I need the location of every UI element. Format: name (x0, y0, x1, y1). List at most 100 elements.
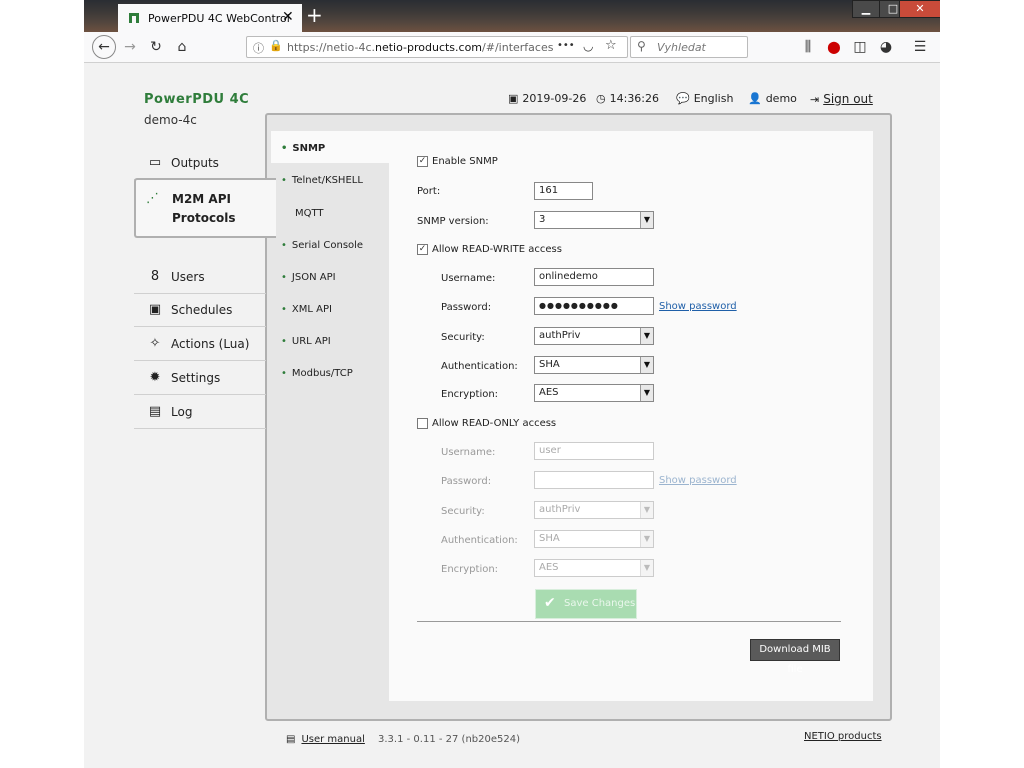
dropdown-arrow-icon: ▼ (640, 385, 653, 401)
window-close-icon[interactable]: ✕ (899, 0, 940, 18)
subnav-item-snmp[interactable]: • SNMP (281, 143, 325, 154)
url-domain: netio-products.com (374, 41, 483, 54)
search-placeholder: Vyhledat (657, 41, 706, 54)
time-text: 14:36:26 (609, 92, 660, 105)
sidebar-item-outputs[interactable]: ▭ Outputs (134, 147, 266, 180)
snmp-version-select[interactable]: 3 ▼ (534, 211, 654, 229)
port-input[interactable]: 161 (534, 182, 593, 200)
library-icon[interactable]: ⫼ (800, 39, 816, 55)
rw-access-checkbox[interactable]: ✓ (417, 244, 428, 255)
rw-auth-select[interactable]: SHA ▼ (534, 356, 654, 374)
url-prefix: https://netio-4c. (287, 41, 375, 54)
ro-username-label: Username: (441, 447, 496, 458)
subnav-item-json-api[interactable]: • JSON API (281, 272, 336, 283)
forward-arrow-icon[interactable]: → (122, 39, 138, 55)
rw-security-select[interactable]: authPriv ▼ (534, 327, 654, 345)
enable-snmp-label: Enable SNMP (432, 156, 498, 167)
dropdown-arrow-icon: ▼ (640, 357, 653, 373)
snmp-settings-form: ✓ Enable SNMP Port: 161 SNMP version: 3 … (389, 131, 873, 701)
sidebar-item-label: Schedules (171, 303, 233, 317)
rw-show-password-link[interactable]: Show password (659, 301, 737, 312)
ro-encryption-value: AES (539, 562, 559, 573)
dropdown-arrow-icon: ▼ (640, 212, 653, 228)
tab-strip: PowerPDU 4C WebControl ✕ + ▁ □ ✕ (84, 0, 940, 32)
sidebar-item-users[interactable]: 8 Users (134, 261, 266, 294)
language-text: English (693, 92, 734, 105)
subnav-item-url-api[interactable]: • URL API (281, 336, 331, 347)
sidebar-item-m2m-api-protocols[interactable]: ⋰ M2M API Protocols (134, 178, 276, 238)
brand-logo: PowerPDU 4C (144, 92, 250, 107)
save-changes-label: Save Changes (564, 598, 636, 609)
sidebar-item-label: Log (171, 405, 193, 419)
subnav-item-telnet[interactable]: • Telnet/KSHELL (281, 175, 363, 186)
info-icon[interactable]: ⓘ (253, 40, 264, 56)
search-bar[interactable]: ⚲ Vyhledat (630, 36, 748, 58)
bullet-icon: • (281, 240, 287, 251)
page-actions-icon[interactable]: ••• (557, 40, 575, 51)
wand-icon: ✧ (149, 336, 161, 351)
home-icon[interactable]: ⌂ (174, 39, 190, 55)
sidebar-item-actions-lua[interactable]: ✧ Actions (Lua) (134, 328, 266, 361)
lock-warning-icon[interactable]: 🔒 (269, 39, 283, 52)
sidebar-icon[interactable]: ◫ (852, 39, 868, 55)
snmp-version-value: 3 (539, 214, 546, 225)
ro-auth-value: SHA (539, 533, 560, 544)
dropdown-arrow-icon: ▼ (640, 560, 653, 576)
m2m-icon: ⋰ (146, 191, 159, 206)
save-changes-button[interactable]: ✔ Save Changes (535, 589, 637, 619)
user-small-icon: 👤 (748, 92, 762, 105)
reload-icon[interactable]: ↻ (148, 39, 164, 55)
protocols-panel: • SNMP • Telnet/KSHELL MQTT • Serial Consol… (265, 113, 892, 721)
netio-products-link[interactable]: NETIO products (804, 731, 882, 742)
tab-close-icon[interactable]: ✕ (282, 9, 294, 25)
subnav-item-xml-api[interactable]: • XML API (281, 304, 332, 315)
adblock-icon[interactable]: ⬤ (826, 39, 842, 55)
language-selector[interactable]: 💬 English (676, 92, 733, 105)
time-display: ◷ 14:36:26 (596, 92, 659, 105)
sidebar-item-log[interactable]: ▤ Log (134, 396, 266, 429)
new-tab-icon[interactable]: + (306, 3, 323, 27)
subnav-label: Serial Console (291, 240, 364, 251)
subnav-item-mqtt[interactable]: MQTT (295, 208, 324, 219)
pocket-icon[interactable]: ◡ (583, 39, 593, 53)
browser-tab[interactable]: PowerPDU 4C WebControl ✕ (118, 4, 302, 32)
subnav-label: Telnet/KSHELL (291, 175, 363, 186)
sidebar-item-schedules[interactable]: ▣ Schedules (134, 294, 266, 327)
checkmark-icon: ✔ (544, 595, 556, 611)
rw-access-label: Allow READ-WRITE access (432, 244, 562, 255)
dropdown-arrow-icon: ▼ (640, 531, 653, 547)
url-rest: /#/interfaces (482, 41, 554, 54)
sidebar-item-label: Outputs (171, 156, 219, 170)
port-label: Port: (417, 186, 441, 197)
search-icon: ⚲ (637, 39, 646, 53)
download-mib-button[interactable]: Download MIB file (750, 639, 840, 675)
bookmark-star-icon[interactable]: ☆ (605, 38, 617, 53)
back-arrow-icon[interactable]: ← (92, 35, 116, 59)
rw-encryption-select[interactable]: AES ▼ (534, 384, 654, 402)
sidebar-item-label: Settings (171, 371, 221, 385)
subnav-label: XML API (291, 304, 332, 315)
bullet-icon: • (281, 304, 287, 315)
sign-out-icon: ⇥ (810, 93, 820, 106)
sign-out-text: Sign out (823, 92, 873, 106)
outputs-icon: ▭ (148, 155, 162, 170)
user-manual-text: User manual (301, 734, 365, 745)
ro-access-checkbox[interactable] (417, 418, 428, 429)
ro-security-select: authPriv ▼ (534, 501, 654, 519)
bullet-icon: • (281, 336, 287, 347)
enable-snmp-checkbox[interactable]: ✓ (417, 156, 428, 167)
subnav-label: MQTT (295, 208, 324, 219)
sign-out-link[interactable]: ⇥ Sign out (810, 92, 873, 106)
hamburger-menu-icon[interactable]: ☰ (912, 39, 928, 55)
rw-password-input[interactable]: ●●●●●●●●●● (534, 297, 654, 315)
subnav-item-modbus-tcp[interactable]: • Modbus/TCP (281, 368, 353, 379)
user-manual-link[interactable]: ▤ User manual (286, 734, 365, 745)
subnav-item-serial-console[interactable]: • Serial Console (281, 240, 363, 251)
url-bar[interactable]: ⓘ 🔒 https://netio-4c.netio-products.com/… (246, 36, 628, 58)
extension-icon[interactable]: ◕ (878, 39, 894, 55)
rw-username-input[interactable]: onlinedemo (534, 268, 654, 286)
dropdown-arrow-icon: ▼ (640, 328, 653, 344)
sidebar-item-label: Actions (Lua) (171, 337, 250, 351)
minimize-icon[interactable]: ▁ (852, 0, 880, 18)
sidebar-item-settings[interactable]: ✹ Settings (134, 362, 266, 395)
